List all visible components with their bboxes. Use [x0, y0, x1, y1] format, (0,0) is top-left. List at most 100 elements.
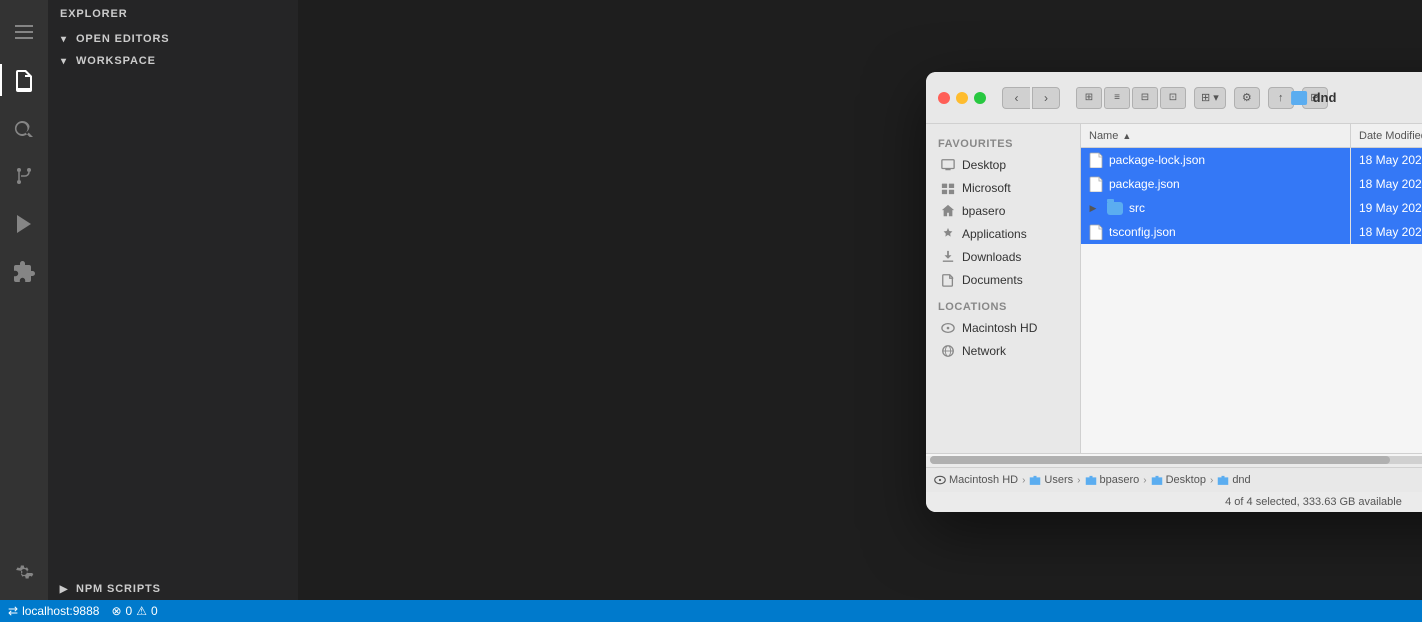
npm-scripts-section[interactable]: ▶ NPM SCRIPTS	[48, 578, 298, 600]
icon-view-button[interactable]: ⊞	[1076, 87, 1102, 109]
sidebar-item-desktop[interactable]: Desktop	[930, 154, 1076, 176]
file-icon	[1089, 152, 1103, 168]
activity-files-icon[interactable]	[0, 56, 48, 104]
col-modified-label: Date Modified	[1359, 130, 1422, 142]
activity-menu-icon[interactable]	[0, 8, 48, 56]
path-item-bpasero[interactable]: bpasero	[1085, 474, 1140, 486]
status-host[interactable]: ⇄ localhost:9888	[8, 604, 99, 618]
scrollbar-thumb[interactable]	[930, 456, 1390, 464]
sidebar-item-macintosh-hd[interactable]: Macintosh HD	[930, 317, 1076, 339]
microsoft-icon	[940, 180, 956, 196]
warning-count: 0	[151, 604, 158, 618]
table-row-empty	[1081, 244, 1422, 444]
close-button[interactable]	[938, 92, 950, 104]
file-name-cell: package.json	[1081, 172, 1351, 196]
finder-titlebar: ‹ › ⊞ ≡ ⊟ ⊡ ⊞ ▾ ⚙ ↑ ⊞ dnd	[926, 72, 1422, 124]
view-controls: ⊞ ≡ ⊟ ⊡	[1076, 87, 1186, 109]
list-view-button[interactable]: ≡	[1104, 87, 1130, 109]
open-editors-header[interactable]: ▾ OPEN EDITORS	[48, 28, 298, 50]
error-icon: ⊗	[111, 604, 121, 618]
path-bar: Macintosh HD › Users › bpasero	[926, 468, 1422, 492]
file-modified: 19 May 2020 at 10:30	[1359, 201, 1422, 215]
view-dropdown[interactable]: ⊞ ▾	[1194, 87, 1226, 109]
table-row[interactable]: tsconfig.json 18 May 2020 at 17:14 584 b…	[1081, 220, 1422, 244]
disk-icon	[940, 320, 956, 336]
title-folder-icon	[1291, 91, 1307, 105]
open-editors-chevron: ▾	[56, 31, 72, 47]
workspace-header[interactable]: ▾ WORKSPACE	[48, 50, 298, 72]
npm-scripts-label: NPM SCRIPTS	[76, 583, 161, 595]
file-modified: 18 May 2020 at 17:14	[1359, 225, 1422, 239]
sidebar-item-microsoft-label: Microsoft	[962, 181, 1011, 195]
status-errors[interactable]: ⊗ 0 ⚠ 0	[111, 604, 157, 618]
file-name: src	[1129, 201, 1145, 215]
path-sep-3: ›	[1143, 475, 1146, 486]
applications-icon	[940, 226, 956, 242]
main-content: ‹ › ⊞ ≡ ⊟ ⊡ ⊞ ▾ ⚙ ↑ ⊞ dnd	[298, 0, 1422, 600]
status-bar: ⇄ localhost:9888 ⊗ 0 ⚠ 0	[0, 600, 1422, 622]
sidebar-item-downloads[interactable]: Downloads	[930, 246, 1076, 268]
desktop-icon	[940, 157, 956, 173]
finder-body: Favourites Desktop Microsoft	[926, 124, 1422, 453]
sidebar-item-microsoft[interactable]: Microsoft	[930, 177, 1076, 199]
path-bpasero-label: bpasero	[1100, 474, 1140, 486]
minimize-button[interactable]	[956, 92, 968, 104]
path-users-label: Users	[1044, 474, 1073, 486]
activity-extensions-icon[interactable]	[0, 248, 48, 296]
workspace-chevron: ▾	[56, 53, 72, 69]
file-name: package-lock.json	[1109, 153, 1205, 167]
error-count: 0	[126, 604, 133, 618]
table-row[interactable]: package-lock.json 18 May 2020 at 11:50 7…	[1081, 148, 1422, 172]
sidebar-item-documents-label: Documents	[962, 273, 1023, 287]
folder-icon	[1107, 202, 1123, 215]
finder-filelist: Name ▲ Date Modified Size Kind	[1081, 124, 1422, 453]
path-bpasero-icon	[1085, 474, 1097, 486]
table-row[interactable]: ▶ src 19 May 2020 at 10:30 --	[1081, 196, 1422, 220]
col-modified-header[interactable]: Date Modified	[1351, 124, 1422, 147]
path-item-macintosh[interactable]: Macintosh HD	[934, 474, 1018, 486]
path-desktop-icon	[1151, 474, 1163, 486]
sidebar-item-bpasero-label: bpasero	[962, 204, 1005, 218]
file-icon	[1089, 224, 1103, 240]
file-modified: 18 May 2020 at 11:50	[1359, 153, 1422, 167]
sidebar-item-network[interactable]: Network	[930, 340, 1076, 362]
sidebar-item-applications[interactable]: Applications	[930, 223, 1076, 245]
path-sep-4: ›	[1210, 475, 1213, 486]
column-view-button[interactable]: ⊟	[1132, 87, 1158, 109]
file-modified-cell: 18 May 2020 at 17:14	[1351, 220, 1422, 244]
back-button[interactable]: ‹	[1002, 87, 1030, 109]
activity-source-control-icon[interactable]	[0, 152, 48, 200]
activity-search-icon[interactable]	[0, 104, 48, 152]
downloads-icon	[940, 249, 956, 265]
open-editors-label: OPEN EDITORS	[76, 33, 169, 45]
table-row[interactable]: package.json 18 May 2020 at 17:14 899 by…	[1081, 172, 1422, 196]
sidebar-item-bpasero[interactable]: bpasero	[930, 200, 1076, 222]
sort-indicator: ▲	[1122, 131, 1131, 141]
sidebar-item-desktop-label: Desktop	[962, 158, 1006, 172]
home-icon	[940, 203, 956, 219]
sidebar-item-network-label: Network	[962, 344, 1006, 358]
gallery-view-button[interactable]: ⊡	[1160, 87, 1186, 109]
path-item-users[interactable]: Users	[1029, 474, 1073, 486]
locations-section: Locations Macintosh HD Network	[926, 295, 1080, 362]
file-name: package.json	[1109, 177, 1180, 191]
path-users-folder-icon	[1029, 474, 1041, 486]
status-host-label: localhost:9888	[22, 604, 99, 618]
finder-status-text: 4 of 4 selected, 333.63 GB available	[1225, 496, 1402, 508]
activity-settings-icon[interactable]	[0, 552, 48, 600]
open-editors-section: ▾ OPEN EDITORS	[48, 28, 298, 50]
col-name-header[interactable]: Name ▲	[1081, 124, 1351, 147]
favourites-heading: Favourites	[926, 132, 1080, 153]
path-sep-2: ›	[1077, 475, 1080, 486]
maximize-button[interactable]	[974, 92, 986, 104]
activity-run-icon[interactable]	[0, 200, 48, 248]
path-item-desktop[interactable]: Desktop	[1151, 474, 1206, 486]
scrollbar-track	[930, 456, 1422, 464]
favourites-section: Favourites Desktop Microsoft	[926, 132, 1080, 291]
sidebar-item-documents[interactable]: Documents	[930, 269, 1076, 291]
path-item-dnd[interactable]: dnd	[1217, 474, 1250, 486]
finder-status-bar: 4 of 4 selected, 333.63 GB available	[926, 492, 1422, 512]
forward-button[interactable]: ›	[1032, 87, 1060, 109]
action-button[interactable]: ⚙	[1234, 87, 1260, 109]
warning-icon: ⚠	[136, 604, 147, 618]
